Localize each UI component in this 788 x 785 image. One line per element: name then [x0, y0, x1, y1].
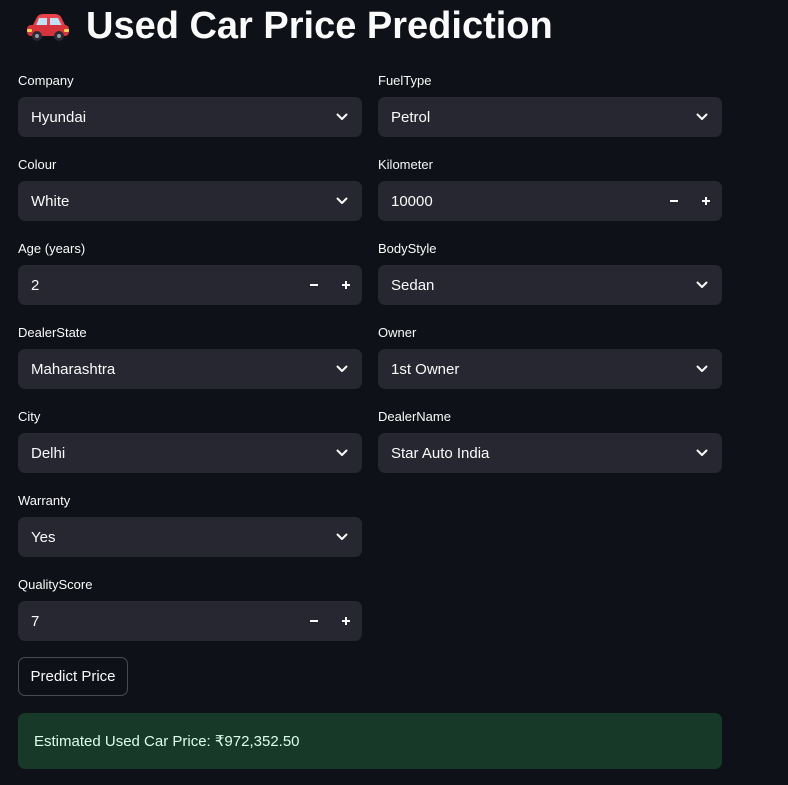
qualityscore-input[interactable]: 7	[18, 601, 362, 641]
city-field: City Delhi	[18, 409, 362, 473]
qualityscore-value[interactable]: 7	[31, 613, 298, 630]
plus-icon	[702, 197, 710, 205]
age-label: Age (years)	[18, 241, 86, 256]
chevron-down-icon	[696, 365, 708, 372]
warranty-value: Yes	[31, 528, 56, 546]
bodystyle-field: BodyStyle Sedan	[378, 241, 722, 305]
qualityscore-increment-button[interactable]	[330, 601, 362, 641]
dealername-select[interactable]: Star Auto India	[378, 433, 722, 473]
chevron-down-icon	[336, 533, 348, 540]
chevron-down-icon	[336, 113, 348, 120]
minus-icon	[310, 620, 318, 622]
company-value: Hyundai	[31, 108, 87, 126]
chevron-down-icon	[696, 449, 708, 456]
result-text: Estimated Used Car Price: ₹972,352.50	[34, 733, 300, 750]
age-value[interactable]: 2	[31, 277, 298, 294]
kilometer-value[interactable]: 10000	[391, 193, 658, 210]
result-alert: Estimated Used Car Price: ₹972,352.50	[18, 713, 722, 769]
plus-icon	[342, 281, 350, 289]
chevron-down-icon	[336, 365, 348, 372]
colour-field: Colour White	[18, 157, 362, 221]
qualityscore-label: QualityScore	[18, 577, 93, 592]
kilometer-input[interactable]: 10000	[378, 181, 722, 221]
company-select[interactable]: Hyundai	[18, 97, 362, 137]
fueltype-label: FuelType	[378, 73, 432, 88]
page-title-text: Used Car Price Prediction	[86, 4, 553, 47]
warranty-select[interactable]: Yes	[18, 517, 362, 557]
chevron-down-icon	[336, 197, 348, 204]
company-label: Company	[18, 73, 74, 88]
company-field: Company Hyundai	[18, 73, 362, 137]
car-icon	[27, 14, 69, 41]
kilometer-field: Kilometer 10000	[378, 157, 722, 221]
minus-icon	[310, 284, 318, 286]
fueltype-value: Petrol	[391, 108, 431, 126]
chevron-down-icon	[696, 281, 708, 288]
dealername-value: Star Auto India	[391, 444, 490, 462]
owner-field: Owner 1st Owner	[378, 325, 722, 389]
app-page: Used Car Price Prediction Company Hyunda…	[0, 0, 788, 785]
plus-icon	[342, 617, 350, 625]
chevron-down-icon	[696, 113, 708, 120]
kilometer-increment-button[interactable]	[690, 181, 722, 221]
city-select[interactable]: Delhi	[18, 433, 362, 473]
dealerstate-field: DealerState Maharashtra	[18, 325, 362, 389]
predict-price-button[interactable]: Predict Price	[18, 657, 128, 696]
kilometer-label: Kilometer	[378, 157, 433, 172]
warranty-field: Warranty Yes	[18, 493, 362, 557]
qualityscore-field: QualityScore 7	[18, 577, 362, 641]
minus-icon	[670, 200, 678, 202]
dealerstate-select[interactable]: Maharashtra	[18, 349, 362, 389]
bodystyle-select[interactable]: Sedan	[378, 265, 722, 305]
fueltype-select[interactable]: Petrol	[378, 97, 722, 137]
dealerstate-value: Maharashtra	[31, 360, 116, 378]
bodystyle-value: Sedan	[391, 276, 435, 294]
owner-label: Owner	[378, 325, 417, 340]
fueltype-field: FuelType Petrol	[378, 73, 722, 137]
qualityscore-decrement-button[interactable]	[298, 601, 330, 641]
dealerstate-label: DealerState	[18, 325, 87, 340]
dealername-label: DealerName	[378, 409, 451, 424]
colour-value: White	[31, 192, 70, 210]
age-input[interactable]: 2	[18, 265, 362, 305]
bodystyle-label: BodyStyle	[378, 241, 437, 256]
page-title: Used Car Price Prediction	[24, 2, 553, 50]
age-field: Age (years) 2	[18, 241, 362, 305]
age-increment-button[interactable]	[330, 265, 362, 305]
dealername-field: DealerName Star Auto India	[378, 409, 722, 473]
city-label: City	[18, 409, 41, 424]
owner-select[interactable]: 1st Owner	[378, 349, 722, 389]
age-decrement-button[interactable]	[298, 265, 330, 305]
colour-label: Colour	[18, 157, 57, 172]
warranty-label: Warranty	[18, 493, 71, 508]
owner-value: 1st Owner	[391, 360, 460, 378]
kilometer-decrement-button[interactable]	[658, 181, 690, 221]
colour-select[interactable]: White	[18, 181, 362, 221]
chevron-down-icon	[336, 449, 348, 456]
city-value: Delhi	[31, 444, 66, 462]
